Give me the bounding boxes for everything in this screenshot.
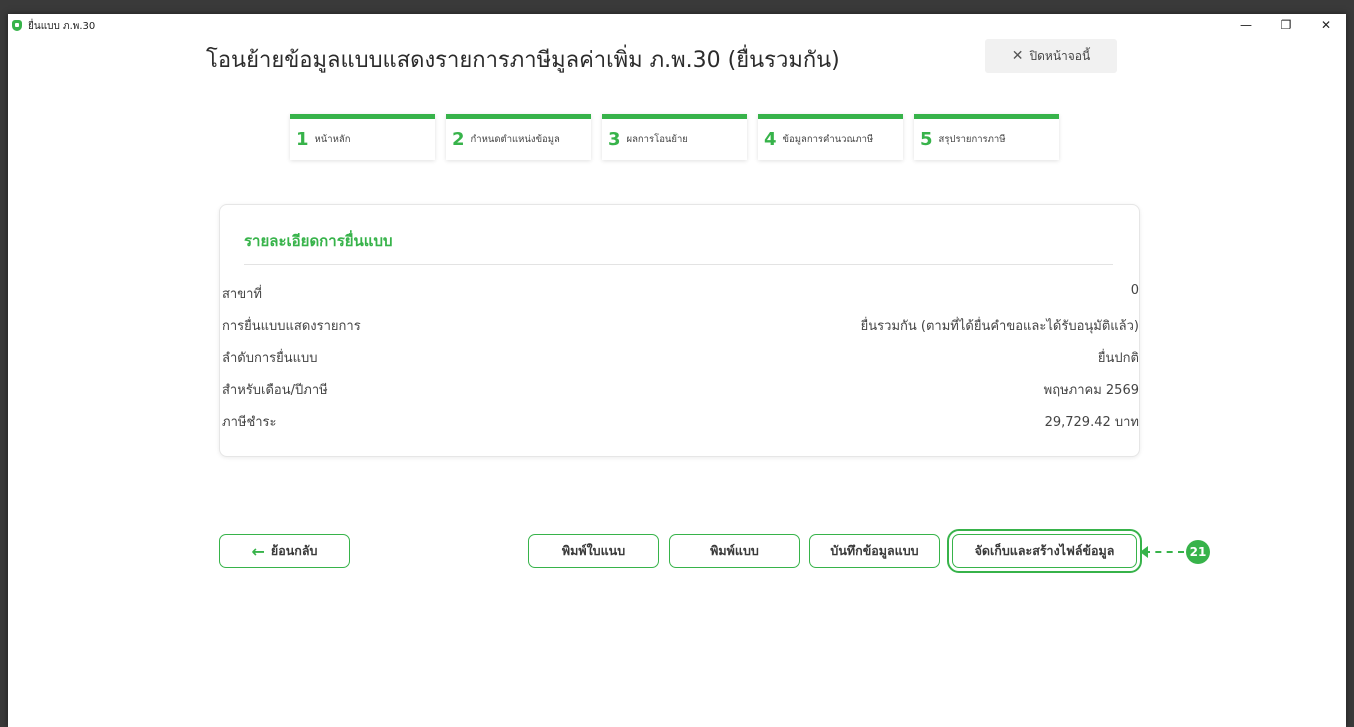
detail-label: ภาษีชำระ	[222, 415, 277, 430]
divider	[244, 264, 1113, 265]
close-page-button[interactable]: ✕ ปิดหน้าจอนี้	[985, 39, 1117, 73]
step-label: สรุปรายการภาษี	[938, 134, 1006, 145]
close-page-label: ปิดหน้าจอนี้	[1029, 48, 1091, 63]
close-window-button[interactable]: ✕	[1306, 14, 1346, 36]
detail-label: สาขาที่	[222, 287, 262, 302]
detail-row-tax-period: สำหรับเดือน/ปีภาษี พฤษภาคม 2569	[220, 379, 1139, 399]
print-attachment-button[interactable]: พิมพ์ใบแนบ	[528, 534, 659, 568]
window-controls: — ❐ ✕	[1226, 14, 1346, 36]
close-icon: ✕	[1011, 48, 1024, 64]
filing-details-card: รายละเอียดการยื่นแบบ สาขาที่ 0 การยื่นแบ…	[219, 204, 1140, 457]
back-button[interactable]: ← ย้อนกลับ	[219, 534, 350, 568]
arrow-left-icon: ←	[251, 541, 265, 561]
app-shield-icon	[12, 20, 22, 31]
step-label: ผลการโอนย้าย	[626, 134, 688, 145]
step-label: กำหนดตำแหน่งข้อมูล	[470, 134, 560, 145]
page-title: โอนย้ายข้อมูลแบบแสดงรายการภาษีมูลค่าเพิ่…	[206, 48, 840, 73]
detail-row-tax-payable: ภาษีชำระ 29,729.42 บาท	[220, 411, 1139, 431]
detail-row-branch: สาขาที่ 0	[220, 283, 1139, 303]
card-title: รายละเอียดการยื่นแบบ	[244, 232, 393, 250]
detail-value: ยื่นรวมกัน (ตามที่ได้ยื่นคำขอและได้รับอน…	[860, 319, 1139, 334]
callout-number-badge: 21	[1186, 540, 1210, 564]
detail-row-filing-sequence: ลำดับการยื่นแบบ ยื่นปกติ	[220, 347, 1139, 367]
step-5[interactable]: 5 สรุปรายการภาษี	[914, 114, 1059, 160]
save-and-create-file-button[interactable]: จัดเก็บและสร้างไฟล์ข้อมูล	[947, 529, 1142, 573]
step-2[interactable]: 2 กำหนดตำแหน่งข้อมูล	[446, 114, 591, 160]
restore-button[interactable]: ❐	[1266, 14, 1306, 36]
step-label: หน้าหลัก	[314, 134, 351, 145]
step-number: 5	[920, 129, 933, 150]
title-bar: ยื่นแบบ ภ.พ.30 — ❐ ✕	[8, 14, 1346, 36]
detail-value: พฤษภาคม 2569	[1043, 383, 1139, 398]
detail-value: ยื่นปกติ	[1097, 351, 1139, 366]
step-1[interactable]: 1 หน้าหลัก	[290, 114, 435, 160]
detail-label: การยื่นแบบแสดงรายการ	[222, 319, 361, 334]
minimize-button[interactable]: —	[1226, 14, 1266, 36]
step-navigation: 1 หน้าหลัก 2 กำหนดตำแหน่งข้อมูล 3 ผลการโ…	[290, 114, 1059, 160]
step-label: ข้อมูลการคำนวณภาษี	[782, 134, 874, 145]
detail-label: สำหรับเดือน/ปีภาษี	[222, 383, 328, 398]
detail-value: 29,729.42 บาท	[1044, 415, 1139, 430]
app-window: ยื่นแบบ ภ.พ.30 — ❐ ✕ โอนย้ายข้อมูลแบบแสด…	[8, 14, 1346, 727]
back-label: ย้อนกลับ	[270, 543, 318, 558]
print-form-button[interactable]: พิมพ์แบบ	[669, 534, 800, 568]
step-number: 2	[452, 129, 465, 150]
step-number: 4	[764, 129, 777, 150]
detail-value: 0	[1130, 283, 1139, 298]
detail-row-filing-type: การยื่นแบบแสดงรายการ ยื่นรวมกัน (ตามที่ไ…	[220, 315, 1139, 335]
detail-label: ลำดับการยื่นแบบ	[222, 351, 318, 366]
step-number: 3	[608, 129, 621, 150]
save-form-data-button[interactable]: บันทึกข้อมูลแบบ	[809, 534, 940, 568]
step-4[interactable]: 4 ข้อมูลการคำนวณภาษี	[758, 114, 903, 160]
step-number: 1	[296, 129, 309, 150]
window-title: ยื่นแบบ ภ.พ.30	[28, 21, 96, 32]
step-3[interactable]: 3 ผลการโอนย้าย	[602, 114, 747, 160]
callout-dashed-line	[1144, 551, 1184, 553]
